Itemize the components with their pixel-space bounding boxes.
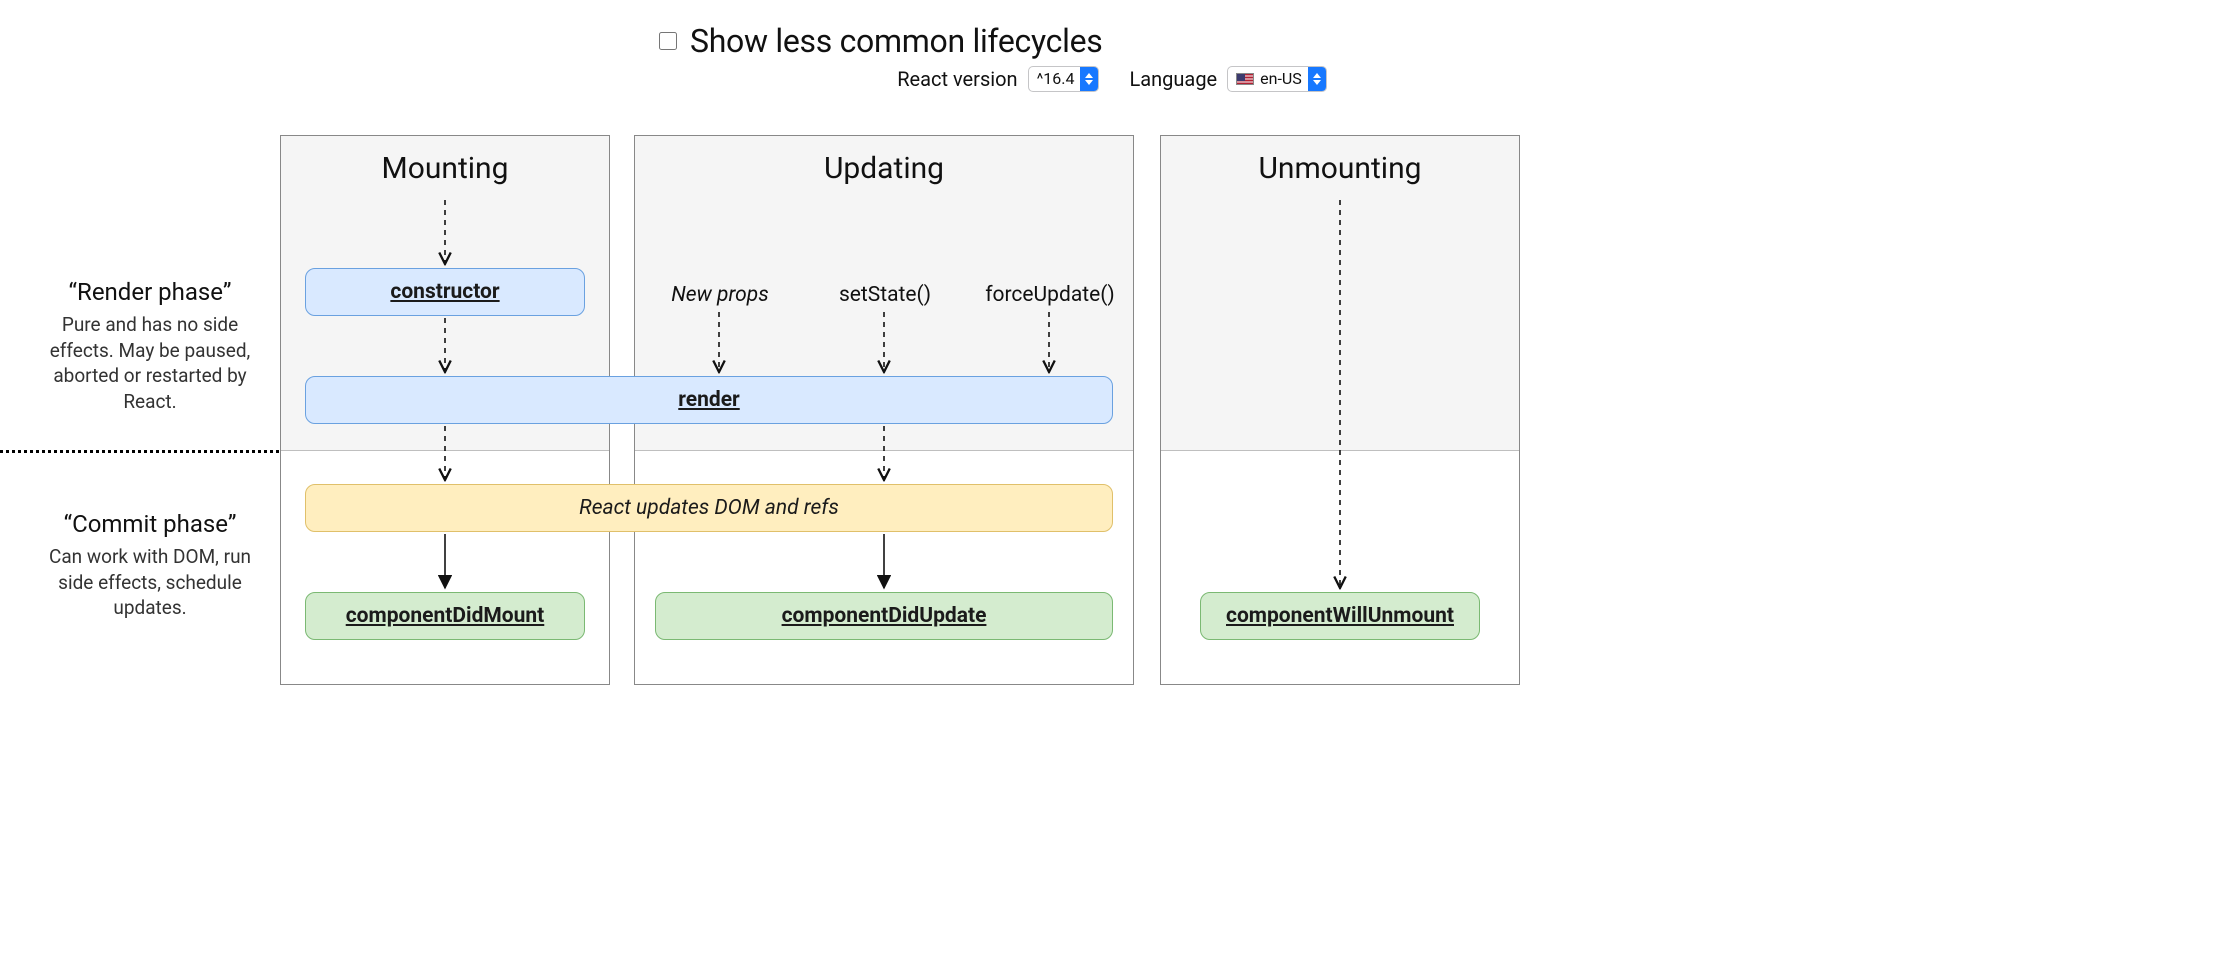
toggle-less-common[interactable]: Show less common lifecycles <box>655 22 1102 60</box>
column-updating-title: Updating <box>635 136 1133 200</box>
commit-phase-sidebar: “Commit phase” Can work with DOM, run si… <box>30 510 270 621</box>
flag-us-icon <box>1236 73 1254 85</box>
method-constructor[interactable]: constructor <box>305 268 585 316</box>
trigger-new-props: New props <box>645 283 795 307</box>
header-controls: React version ^16.4 Language en-US <box>660 66 1564 92</box>
language-label: Language <box>1129 67 1217 91</box>
method-react-updates-dom: React updates DOM and refs <box>305 484 1113 532</box>
render-phase-sidebar: “Render phase” Pure and has no side effe… <box>30 278 270 415</box>
column-unmounting-title: Unmounting <box>1161 136 1519 200</box>
toggle-less-common-label: Show less common lifecycles <box>690 22 1102 60</box>
toggle-less-common-checkbox[interactable] <box>659 32 677 50</box>
chevrons-icon <box>1080 67 1098 91</box>
language-select[interactable]: en-US <box>1227 66 1327 92</box>
method-component-did-update[interactable]: componentDidUpdate <box>655 592 1113 640</box>
react-version-label: React version <box>897 67 1017 91</box>
react-version-select[interactable]: ^16.4 <box>1028 66 1100 92</box>
phase-divider <box>0 450 285 453</box>
trigger-forceupdate: forceUpdate() <box>975 283 1125 307</box>
render-phase-title: “Render phase” <box>30 278 270 306</box>
commit-phase-desc: Can work with DOM, run side effects, sch… <box>30 544 270 621</box>
chevrons-icon <box>1308 67 1326 91</box>
commit-phase-title: “Commit phase” <box>30 510 270 538</box>
language-control: Language en-US <box>1129 66 1326 92</box>
render-phase-desc: Pure and has no side effects. May be pau… <box>30 312 270 415</box>
trigger-setstate: setState() <box>810 283 960 307</box>
react-version-control: React version ^16.4 <box>897 66 1099 92</box>
method-component-did-mount[interactable]: componentDidMount <box>305 592 585 640</box>
method-component-will-unmount[interactable]: componentWillUnmount <box>1200 592 1480 640</box>
method-render[interactable]: render <box>305 376 1113 424</box>
column-mounting-title: Mounting <box>281 136 609 200</box>
